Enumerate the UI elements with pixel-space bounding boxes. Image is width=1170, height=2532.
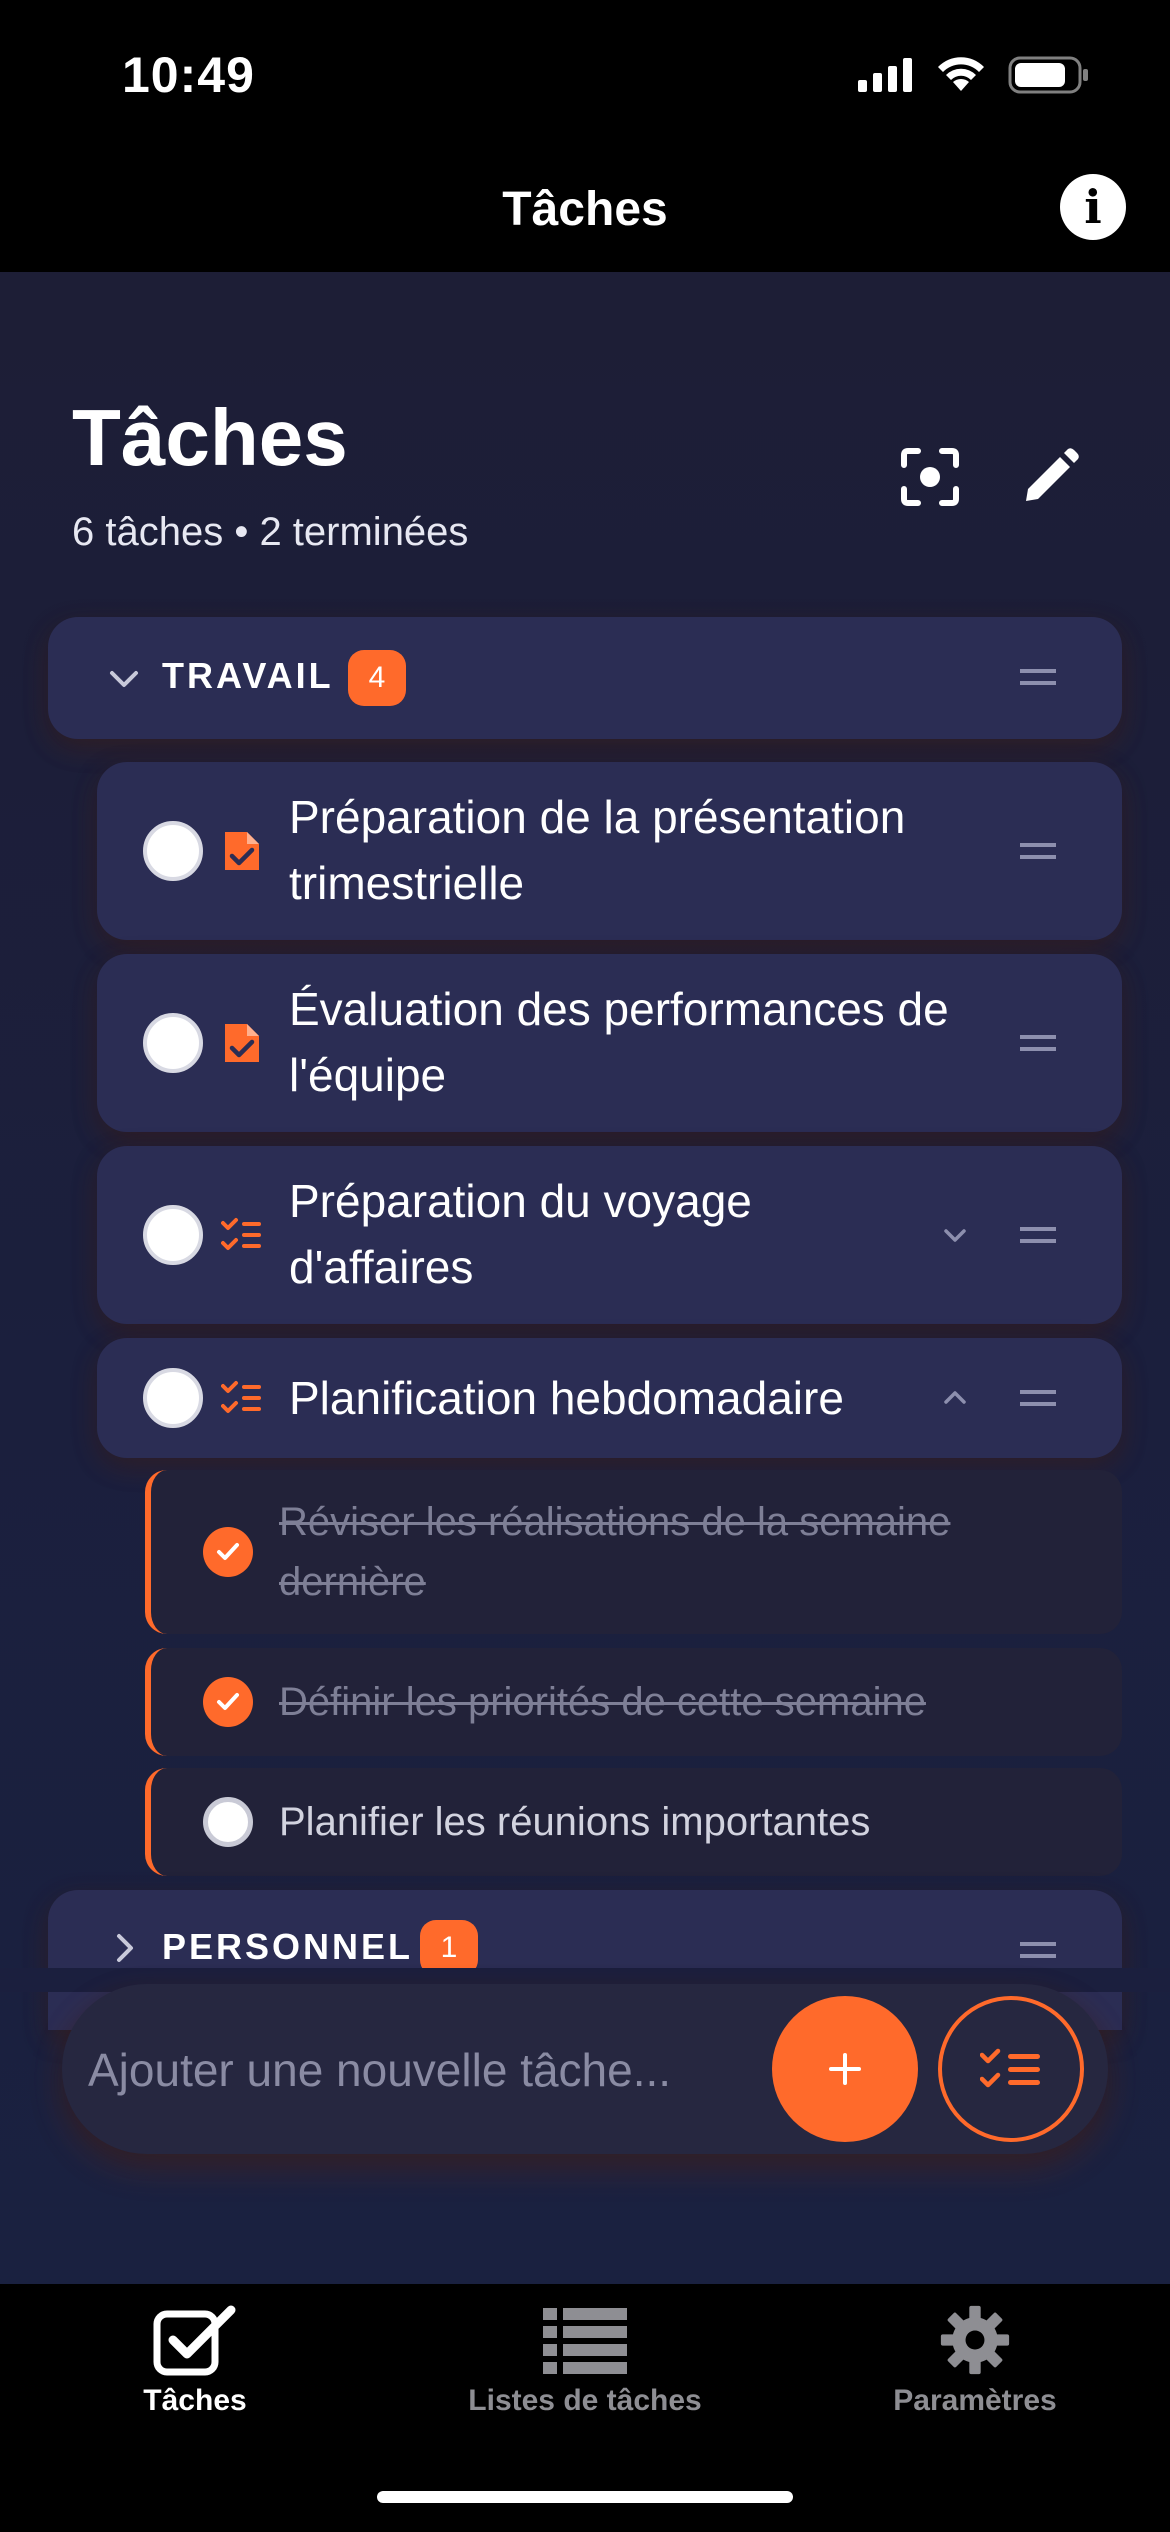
focus-icon bbox=[901, 448, 959, 506]
chevron-down-icon[interactable] bbox=[937, 1217, 973, 1253]
info-icon[interactable]: i bbox=[1060, 174, 1126, 240]
tab-label: Listes de tâches bbox=[468, 2384, 702, 2417]
task-item[interactable]: Préparation du voyage d'affaires bbox=[97, 1146, 1122, 1324]
drag-handle-icon[interactable] bbox=[1020, 1035, 1056, 1051]
focus-button[interactable] bbox=[895, 442, 965, 512]
subtask-label: Planifier les réunions importantes bbox=[279, 1800, 871, 1844]
tab-taches[interactable]: Tâches bbox=[0, 2304, 390, 2418]
tab-bar: Tâches Listes de tâches Paramètres bbox=[0, 2284, 1170, 2532]
chevron-down-icon[interactable] bbox=[104, 659, 144, 699]
task-item[interactable]: Évaluation des performances de l'équipe bbox=[97, 954, 1122, 1132]
group-header-travail[interactable]: TRAVAIL 4 bbox=[48, 617, 1122, 739]
drag-handle-icon[interactable] bbox=[1020, 1227, 1056, 1243]
document-check-icon bbox=[225, 832, 259, 870]
task-item[interactable]: Préparation de la présentation trimestri… bbox=[97, 762, 1122, 940]
edit-button[interactable] bbox=[1015, 442, 1085, 512]
task-label: Préparation du voyage d'affaires bbox=[289, 1175, 752, 1293]
subtask-label: Définir les priorités de cette semaine bbox=[279, 1680, 926, 1724]
group-title: PERSONNEL bbox=[162, 1926, 414, 1967]
subtask-item[interactable]: Réviser les réalisations de la semaine d… bbox=[145, 1470, 1122, 1634]
navigation-bar: Tâches i bbox=[0, 150, 1170, 272]
page-title: Tâches bbox=[72, 393, 348, 482]
cellular-signal-icon bbox=[858, 58, 912, 92]
task-checkbox[interactable] bbox=[143, 1013, 203, 1073]
nav-title: Tâches bbox=[502, 183, 668, 236]
subtask-checkbox[interactable] bbox=[203, 1797, 253, 1847]
chevron-right-icon[interactable] bbox=[104, 1928, 144, 1968]
subtask-label: Réviser les réalisations de la semaine d… bbox=[279, 1500, 951, 1604]
document-check-icon bbox=[225, 1024, 259, 1062]
task-item[interactable]: Planification hebdomadaire bbox=[97, 1338, 1122, 1458]
tab-label: Paramètres bbox=[893, 2384, 1057, 2417]
drag-handle-icon[interactable] bbox=[1020, 843, 1056, 859]
task-checkbox[interactable] bbox=[143, 1205, 203, 1265]
chevron-up-icon[interactable] bbox=[937, 1380, 973, 1416]
subtask-checkbox-checked[interactable] bbox=[203, 1677, 253, 1727]
tab-listes[interactable]: Listes de tâches bbox=[390, 2304, 780, 2418]
task-summary: 6 tâches • 2 terminées bbox=[72, 510, 469, 554]
pencil-icon bbox=[1026, 448, 1079, 501]
count-badge: 4 bbox=[348, 650, 406, 706]
add-task-bar bbox=[62, 1984, 1108, 2154]
subtask-checkbox-checked[interactable] bbox=[203, 1527, 253, 1577]
group-title: TRAVAIL bbox=[162, 655, 334, 696]
drag-handle-icon[interactable] bbox=[1020, 1390, 1056, 1406]
tab-label: Tâches bbox=[143, 2384, 247, 2417]
list-icon bbox=[543, 2308, 627, 2374]
gear-icon bbox=[940, 2305, 1010, 2375]
add-task-button[interactable] bbox=[772, 1996, 918, 2142]
task-label: Planification hebdomadaire bbox=[289, 1372, 844, 1424]
wifi-icon bbox=[938, 57, 984, 91]
drag-handle-icon[interactable] bbox=[1020, 669, 1056, 685]
checklist-icon bbox=[221, 1218, 261, 1250]
task-checkbox[interactable] bbox=[143, 821, 203, 881]
tab-parametres[interactable]: Paramètres bbox=[780, 2304, 1170, 2418]
checkmark-icon bbox=[217, 1693, 239, 1710]
plus-icon bbox=[829, 2053, 861, 2085]
checklist-icon bbox=[221, 1381, 261, 1413]
battery-icon bbox=[1008, 56, 1088, 94]
task-label: Évaluation des performances de l'équipe bbox=[289, 983, 949, 1101]
checkmark-icon bbox=[217, 1543, 239, 1560]
task-checkbox[interactable] bbox=[143, 1368, 203, 1428]
status-icons bbox=[858, 56, 1090, 94]
new-task-input[interactable] bbox=[88, 2030, 758, 2110]
subtask-item[interactable]: Définir les priorités de cette semaine bbox=[145, 1648, 1122, 1756]
checklist-icon bbox=[980, 2048, 1040, 2088]
add-checklist-button[interactable] bbox=[938, 1996, 1084, 2142]
status-bar: 10:49 bbox=[0, 0, 1170, 150]
checkbox-icon bbox=[153, 2305, 236, 2376]
home-indicator[interactable] bbox=[377, 2491, 793, 2503]
main-content: Tâches 6 tâches • 2 terminées TRAVAIL 4 … bbox=[0, 272, 1170, 2284]
status-time: 10:49 bbox=[122, 47, 255, 103]
subtask-item[interactable]: Planifier les réunions importantes bbox=[145, 1768, 1122, 1876]
drag-handle-icon[interactable] bbox=[1020, 1942, 1056, 1958]
task-label: Préparation de la présentation trimestri… bbox=[289, 791, 906, 909]
